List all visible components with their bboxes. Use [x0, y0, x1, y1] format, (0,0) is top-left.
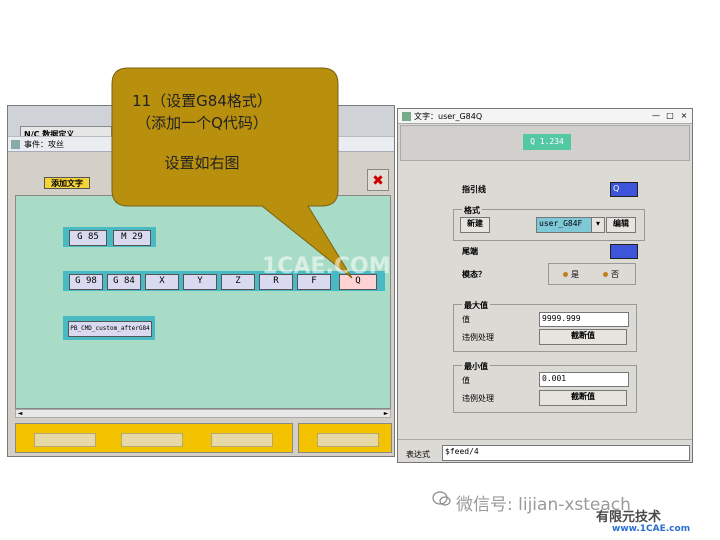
minimize-icon[interactable]: — [650, 111, 662, 121]
max-value-input[interactable]: 9999.999 [539, 312, 629, 327]
bottom-button-bar [15, 423, 293, 453]
dialog-title: 文字：user_G84Q [414, 112, 483, 121]
expression-label: 表达式 [406, 450, 430, 459]
min-value-label: 值 [462, 376, 470, 385]
max-violation-label: 违例处理 [462, 333, 494, 342]
watermark-1cae: 1CAE.COM [262, 254, 391, 279]
min-violation-label: 违例处理 [462, 394, 494, 403]
horizontal-scrollbar[interactable]: ◄ ► [15, 409, 391, 418]
scroll-right-icon[interactable]: ► [382, 410, 390, 417]
callout-line-1: 11（设置G84格式） [132, 92, 272, 110]
event-title: 事件：攻丝 [24, 140, 64, 149]
trailer-field[interactable] [610, 244, 638, 259]
bottom-button-3[interactable] [211, 433, 273, 447]
modal-radio-group [548, 263, 636, 285]
window-icon [11, 140, 20, 149]
dialog-window-icon [402, 112, 411, 121]
leader-field[interactable]: Q [610, 182, 638, 197]
min-group-label: 最小值 [462, 361, 490, 372]
modal-no-radio[interactable] [603, 272, 608, 277]
modal-yes-radio[interactable] [563, 272, 568, 277]
maximize-icon[interactable]: □ [664, 111, 676, 121]
modal-label: 模态？ [462, 270, 486, 279]
text-dialog: 文字：user_G84Q — □ × Q 1.234 指引线 Q 格式 新建 u… [397, 108, 693, 463]
format-dropdown-icon[interactable]: ▾ [591, 217, 605, 233]
trailer-label: 尾端 [462, 247, 478, 256]
max-group-label: 最大值 [462, 300, 490, 311]
expression-input[interactable]: $feed/4 [442, 445, 690, 461]
bottom-button-4[interactable] [317, 433, 379, 447]
wechat-icon [432, 489, 452, 509]
preview-text: Q 1.234 [523, 134, 571, 150]
expression-separator [398, 439, 692, 440]
add-text-button[interactable]: 添加文字 [44, 177, 90, 189]
min-value-input[interactable]: 0.001 [539, 372, 629, 387]
block-g85[interactable]: G 85 [69, 230, 107, 246]
brand-watermark: 有限元技术 [596, 510, 662, 525]
leader-label: 指引线 [462, 185, 486, 194]
close-icon[interactable]: × [678, 111, 690, 121]
callout-line-2: （添加一个Q代码） [136, 114, 268, 132]
max-value-label: 值 [462, 315, 470, 324]
block-g98[interactable]: G 98 [69, 274, 103, 290]
block-custom-command[interactable]: PB_CMD_custom_afterG84 [68, 321, 152, 337]
modal-yes-label: 是 [571, 270, 579, 279]
edit-format-button[interactable]: 编辑 [606, 217, 636, 233]
max-violation-button[interactable]: 截断值 [539, 329, 627, 345]
bottom-button-2[interactable] [121, 433, 183, 447]
modal-no-label: 否 [611, 270, 619, 279]
block-row-3: PB_CMD_custom_afterG84 [63, 316, 155, 340]
site-watermark: www.1CAE.com [612, 524, 691, 534]
new-format-button[interactable]: 新建 [460, 217, 490, 233]
format-select[interactable]: user_G84F [536, 217, 594, 233]
min-violation-button[interactable]: 截断值 [539, 390, 627, 406]
bottom-button-bar-right [298, 423, 392, 453]
callout-line-3: 设置如右图 [164, 154, 240, 172]
scroll-left-icon[interactable]: ◄ [16, 410, 24, 417]
format-group-label: 格式 [462, 205, 482, 216]
dialog-title-bar: 文字：user_G84Q — □ × [398, 109, 692, 124]
bottom-button-1[interactable] [34, 433, 96, 447]
